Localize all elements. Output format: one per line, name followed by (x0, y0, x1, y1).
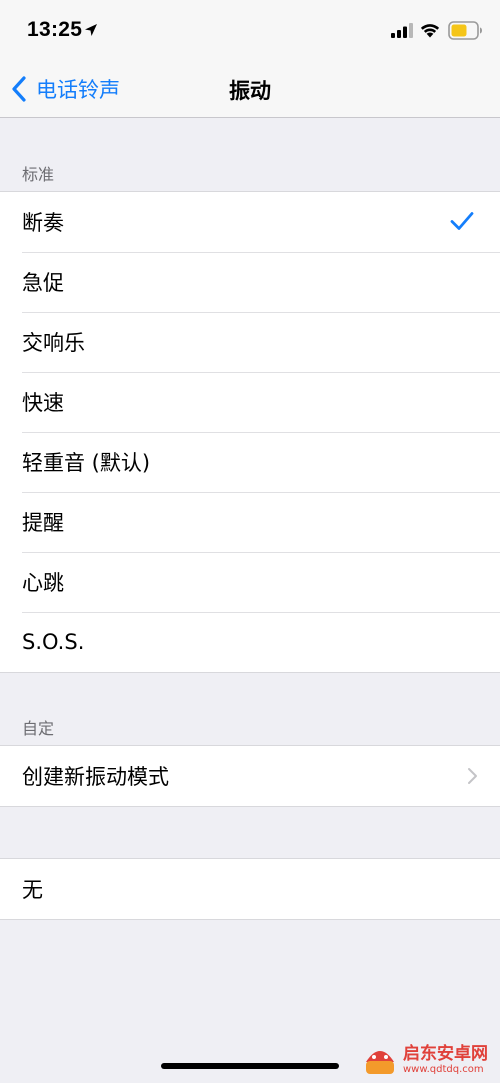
custom-vibrations-list: 创建新振动模式 (0, 745, 500, 807)
vibration-option-quick[interactable]: 快速 (0, 372, 500, 432)
vibration-option-staccato[interactable]: 断奏 (0, 192, 500, 252)
vibration-option-symphony[interactable]: 交响乐 (0, 312, 500, 372)
watermark-url: www.qdtdq.com (403, 1063, 484, 1075)
wifi-icon (420, 24, 440, 38)
vibration-option-rapid[interactable]: 急促 (0, 252, 500, 312)
list-item-label: 提醒 (22, 511, 64, 535)
list-item-label: 急促 (22, 271, 64, 295)
page-title: 振动 (229, 79, 271, 103)
vibration-option-accent-default[interactable]: 轻重音 (默认) (0, 432, 500, 492)
list-item-label: 断奏 (22, 211, 64, 235)
vibration-option-heartbeat[interactable]: 心跳 (0, 552, 500, 612)
watermark: 启东安卓网 www.qdtdq.com (362, 1037, 500, 1083)
watermark-logo-icon (366, 1051, 394, 1074)
vibration-option-sos[interactable]: S.O.S. (0, 612, 500, 672)
battery-icon (448, 21, 482, 40)
navigation-bar: 电话铃声 振动 (0, 60, 500, 118)
custom-section-header: 自定 (22, 719, 55, 738)
list-item-label: 交响乐 (22, 331, 85, 355)
list-item-label: 创建新振动模式 (22, 765, 169, 789)
list-item-label: 无 (22, 878, 43, 902)
cellular-signal-icon (391, 23, 413, 38)
vibration-option-none[interactable]: 无 (0, 859, 500, 919)
location-arrow-icon (85, 24, 97, 36)
list-item-label: 心跳 (22, 571, 64, 595)
list-item-label: 快速 (22, 391, 64, 415)
vibration-settings-screen: 13:25 电话铃声 振动 标准 断奏 急促 交响乐 快速 轻重音 (默认) 提… (0, 0, 500, 1083)
list-item-label: 轻重音 (默认) (22, 451, 151, 475)
watermark-brand: 启东安卓网 (403, 1044, 488, 1065)
home-indicator[interactable] (161, 1063, 339, 1069)
chevron-right-icon (468, 768, 477, 784)
status-bar: 13:25 (0, 0, 500, 60)
standard-vibrations-list: 断奏 急促 交响乐 快速 轻重音 (默认) 提醒 心跳 S.O.S. (0, 191, 500, 673)
status-time: 13:25 (27, 18, 83, 41)
none-option-list: 无 (0, 858, 500, 920)
list-item-label: S.O.S. (22, 630, 85, 654)
checkmark-icon (450, 212, 474, 230)
vibration-option-alert[interactable]: 提醒 (0, 492, 500, 552)
standard-section-header: 标准 (22, 165, 55, 184)
create-new-vibration-button[interactable]: 创建新振动模式 (0, 746, 500, 806)
